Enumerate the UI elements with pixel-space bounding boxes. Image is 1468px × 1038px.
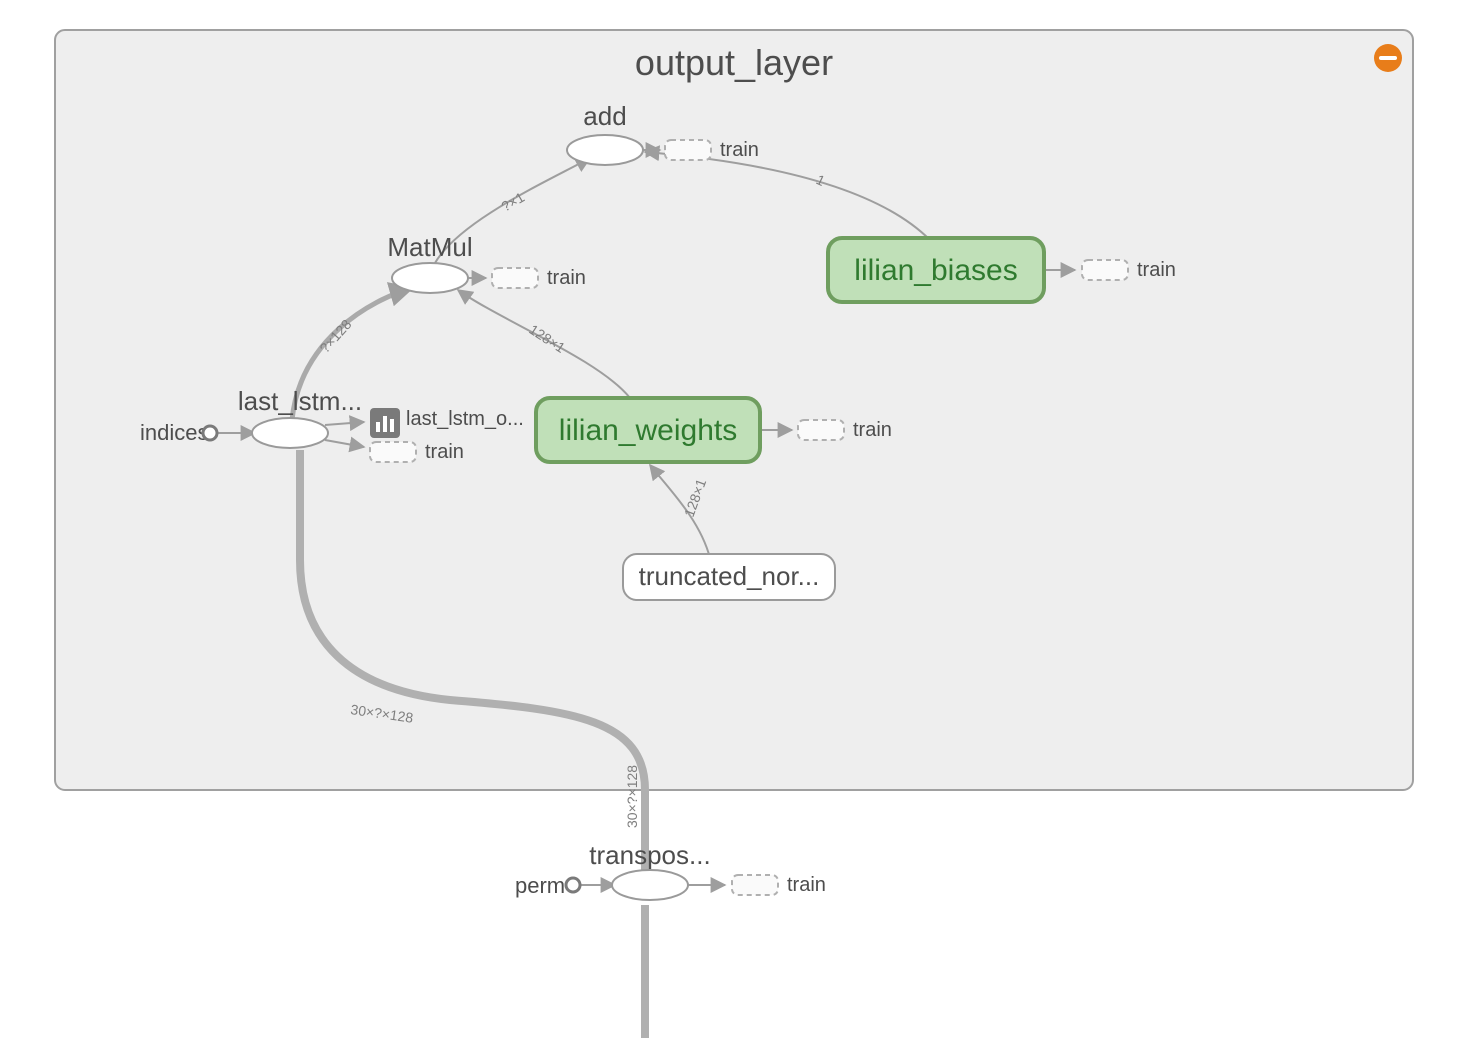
const-indices[interactable]: indices (140, 420, 217, 445)
histogram-icon[interactable] (370, 408, 400, 438)
aux-train-label: train (853, 419, 892, 441)
const-perm[interactable]: perm (515, 873, 580, 898)
node-truncated-normal[interactable]: truncated_nor... (623, 554, 835, 600)
edge-shape-tp-in: 30×?×128 (624, 765, 640, 828)
node-lilian-biases[interactable]: lilian_biases (828, 238, 1044, 302)
aux-train-label: train (425, 441, 464, 463)
node-lilian-weights-label: lilian_weights (559, 414, 737, 447)
node-truncated-normal-label: truncated_nor... (639, 561, 820, 591)
collapse-button[interactable] (1374, 44, 1402, 72)
aux-train-label: train (720, 139, 759, 161)
aux-train-label: train (787, 874, 826, 896)
aux-train-label: train (1137, 259, 1176, 281)
node-transpose-label: transpos... (589, 840, 710, 870)
node-last-lstm-label: last_lstm... (238, 386, 362, 416)
last-lstm-aux-label: last_lstm_o... (406, 408, 524, 430)
node-matmul-label: MatMul (387, 232, 472, 262)
const-indices-label: indices (140, 420, 208, 445)
scope-title: output_layer (635, 42, 833, 83)
node-lilian-weights[interactable]: lilian_weights (536, 398, 760, 462)
node-transpose[interactable]: transpos... (589, 840, 710, 900)
node-add-label: add (583, 101, 626, 131)
node-lilian-biases-label: lilian_biases (854, 254, 1017, 287)
const-perm-label: perm (515, 873, 565, 898)
aux-train-label: train (547, 267, 586, 289)
aux-train-transpose[interactable]: train (732, 874, 826, 896)
